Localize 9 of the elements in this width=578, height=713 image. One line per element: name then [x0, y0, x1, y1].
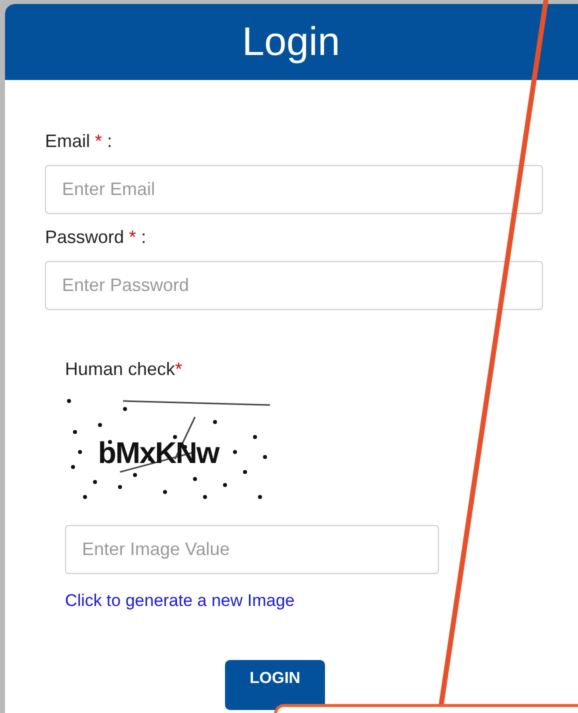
- dialog-title: Login: [242, 19, 340, 66]
- field-label: Human check*: [65, 359, 182, 379]
- field-label: Email * :: [45, 131, 112, 151]
- login-button[interactable]: LOGIN: [225, 660, 325, 710]
- input-field[interactable]: Enter Password: [45, 261, 543, 310]
- generate-image-link[interactable]: Click to generate a new Image: [65, 588, 295, 614]
- input-field[interactable]: Enter Image Value: [65, 525, 439, 574]
- input-field[interactable]: Enter Email: [45, 165, 543, 214]
- field-label: Password * :: [45, 227, 146, 247]
